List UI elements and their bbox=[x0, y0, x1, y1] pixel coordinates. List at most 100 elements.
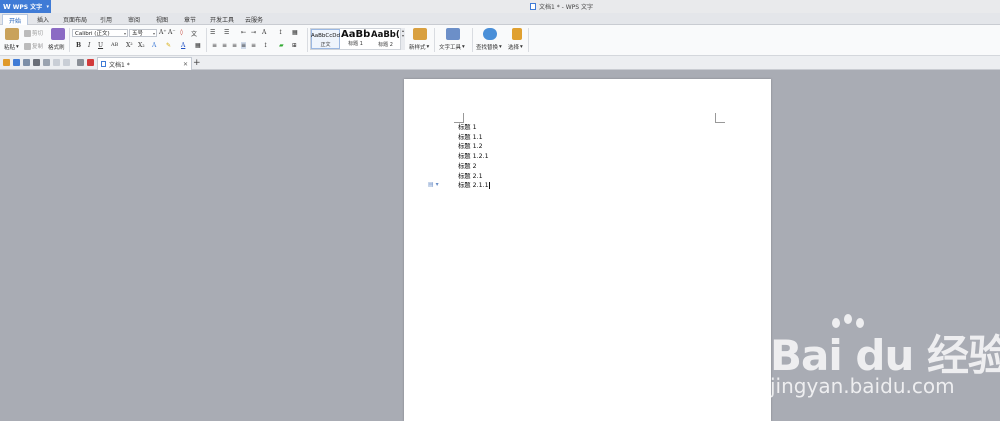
justify-icon[interactable]: ≡ bbox=[241, 42, 247, 49]
tab-view[interactable]: 视图 bbox=[151, 14, 173, 25]
wps-home-icon[interactable] bbox=[87, 59, 94, 66]
style-preview: AaBbCcDd bbox=[311, 33, 340, 39]
print-preview-icon[interactable] bbox=[43, 59, 50, 66]
heading-line[interactable]: 标题 1.2 bbox=[458, 142, 490, 152]
tab-cloud-service[interactable]: 云服务 bbox=[241, 14, 267, 25]
heading-line[interactable]: 标题 1.1 bbox=[458, 133, 490, 143]
text-tools-button[interactable]: 文字工具 ▾ bbox=[439, 43, 465, 51]
distributed-icon[interactable]: ≡ bbox=[251, 42, 256, 49]
align-left-icon[interactable]: ≡ bbox=[212, 42, 217, 49]
style-preview: AaBb bbox=[341, 29, 370, 40]
numbered-list-icon[interactable]: ☰ bbox=[224, 29, 229, 36]
style-heading-1[interactable]: AaBb 标题 1 bbox=[341, 29, 370, 49]
format-painter-icon bbox=[51, 28, 65, 40]
italic-icon[interactable]: I bbox=[88, 42, 90, 49]
pinyin-guide-icon[interactable]: 文 bbox=[191, 29, 197, 38]
clear-format-icon[interactable]: ◊ bbox=[180, 29, 183, 36]
grow-font-icon[interactable]: A⁺ bbox=[159, 29, 167, 36]
font-size-select[interactable]: 五号 ▾ bbox=[129, 29, 157, 37]
style-gallery-scroll[interactable]: ▴ ▾ bbox=[400, 28, 405, 50]
redo-icon[interactable] bbox=[63, 59, 70, 66]
ribbon-toolbar: 粘贴 ▾ 剪切 复制 格式刷 Calibri (正文) ▾ 五号 ▾ A⁺ A⁻ ◊ … bbox=[0, 25, 1000, 56]
borders-icon[interactable]: ⊞ bbox=[292, 42, 297, 49]
document-page[interactable]: ▤ ▾ 标题 1 标题 1.1 标题 1.2 标题 1.2.1 标题 2 标题 … bbox=[404, 79, 771, 421]
customize-toolbar-icon[interactable] bbox=[77, 59, 84, 66]
tab-label: 插入 bbox=[36, 17, 49, 24]
show-marks-icon[interactable]: ▦ bbox=[292, 29, 298, 36]
cut-button[interactable]: 剪切 bbox=[24, 29, 43, 37]
tab-references[interactable]: 引用 bbox=[95, 14, 117, 25]
decrease-indent-icon[interactable]: ⇤ bbox=[241, 29, 246, 36]
undo-icon[interactable] bbox=[53, 59, 60, 66]
tab-document-1[interactable]: 文档1 * ✕ bbox=[97, 57, 192, 70]
text-effect-icon[interactable]: A bbox=[152, 42, 156, 49]
tab-review[interactable]: 审阅 bbox=[123, 14, 145, 25]
underline-icon[interactable]: U bbox=[98, 42, 103, 49]
paragraph-layout-icon[interactable]: ▤ ▾ bbox=[428, 181, 439, 188]
select-button[interactable]: 选择 ▾ bbox=[508, 43, 523, 51]
copy-button[interactable]: 复制 bbox=[24, 42, 43, 50]
open-folder-icon[interactable] bbox=[3, 59, 10, 66]
tab-section[interactable]: 章节 bbox=[179, 14, 201, 25]
paste-button[interactable]: 粘贴 ▾ bbox=[4, 43, 19, 51]
chinese-layout-icon[interactable]: A bbox=[262, 29, 266, 36]
line-spacing-icon[interactable]: ↕ bbox=[263, 42, 268, 49]
new-style-button[interactable]: 新样式 ▾ bbox=[409, 43, 429, 51]
font-size-value: 五号 bbox=[132, 31, 144, 37]
tab-developer-tools[interactable]: 开发工具 bbox=[207, 14, 237, 25]
find-replace-label: 查找替换 bbox=[476, 45, 499, 51]
tab-page-layout[interactable]: 页面布局 bbox=[60, 14, 90, 25]
print-icon[interactable] bbox=[33, 59, 40, 66]
close-icon[interactable]: ✕ bbox=[183, 61, 188, 68]
divider bbox=[206, 28, 207, 52]
tab-home[interactable]: 开始 bbox=[2, 14, 28, 25]
new-tab-plus-icon[interactable]: + bbox=[193, 58, 201, 68]
highlight-icon[interactable]: ✎ bbox=[166, 42, 171, 49]
tab-label: 引用 bbox=[99, 17, 112, 24]
increase-indent-icon[interactable]: ⇥ bbox=[251, 29, 256, 36]
style-normal[interactable]: AaBbCcDd 正文 bbox=[311, 29, 340, 49]
heading-line[interactable]: 标题 2 bbox=[458, 162, 490, 172]
tab-insert[interactable]: 插入 bbox=[32, 14, 54, 25]
heading-line[interactable]: 标题 1 bbox=[458, 123, 490, 133]
select-label: 选择 bbox=[508, 45, 520, 51]
find-replace-button[interactable]: 查找替换 ▾ bbox=[476, 43, 502, 51]
heading-line[interactable]: 标题 2.1 bbox=[458, 172, 490, 182]
shading-icon[interactable]: ▰ bbox=[279, 42, 284, 49]
document-tab-label: 文档1 * bbox=[109, 61, 130, 69]
menu-bar: 开始 插入 页面布局 引用 审阅 视图 章节 开发工具 云服务 bbox=[0, 13, 1000, 25]
style-label: 标题 1 bbox=[348, 41, 363, 47]
char-shading-icon[interactable]: ▦ bbox=[195, 42, 201, 49]
heading-line-with-cursor[interactable]: 标题 2.1.1 bbox=[458, 181, 490, 191]
shrink-font-icon[interactable]: A⁻ bbox=[168, 29, 176, 36]
divider bbox=[69, 28, 70, 52]
chevron-down-icon: ▾ bbox=[123, 30, 126, 36]
chevron-down-icon: ▾ bbox=[462, 44, 465, 50]
document-tab-bar: 文档1 * ✕ + bbox=[0, 56, 1000, 70]
divider bbox=[472, 28, 473, 52]
cut-label: 剪切 bbox=[32, 31, 44, 37]
font-color-icon[interactable]: A bbox=[181, 42, 185, 49]
align-right-icon[interactable]: ≡ bbox=[232, 42, 237, 49]
sort-icon[interactable]: ↕ bbox=[278, 29, 283, 36]
style-heading-2[interactable]: AaBb( 标题 2 bbox=[371, 29, 400, 49]
window-title: 文档1 * - WPS 文字 bbox=[530, 2, 593, 11]
superscript-icon[interactable]: X² bbox=[126, 42, 133, 49]
chevron-down-icon: ▾ bbox=[16, 44, 19, 50]
subscript-icon[interactable]: X₂ bbox=[138, 42, 145, 49]
font-name-select[interactable]: Calibri (正文) ▾ bbox=[72, 29, 128, 37]
style-label: 标题 2 bbox=[378, 42, 393, 48]
margin-corner-mark bbox=[715, 113, 725, 123]
align-center-icon[interactable]: ≡ bbox=[222, 42, 227, 49]
save-icon[interactable] bbox=[13, 59, 20, 66]
save-as-icon[interactable] bbox=[23, 59, 30, 66]
wps-logo-icon: W bbox=[3, 2, 11, 11]
format-painter-button[interactable]: 格式刷 bbox=[48, 43, 65, 51]
text-tools-label: 文字工具 bbox=[439, 45, 462, 51]
app-menu-button[interactable]: W WPS 文字 ▾ bbox=[0, 0, 51, 13]
bold-icon[interactable]: B bbox=[76, 42, 81, 49]
bullet-list-icon[interactable]: ☰ bbox=[210, 29, 215, 36]
paste-icon bbox=[5, 28, 19, 40]
strikethrough-icon[interactable]: AB bbox=[111, 42, 118, 48]
heading-line[interactable]: 标题 1.2.1 bbox=[458, 152, 490, 162]
